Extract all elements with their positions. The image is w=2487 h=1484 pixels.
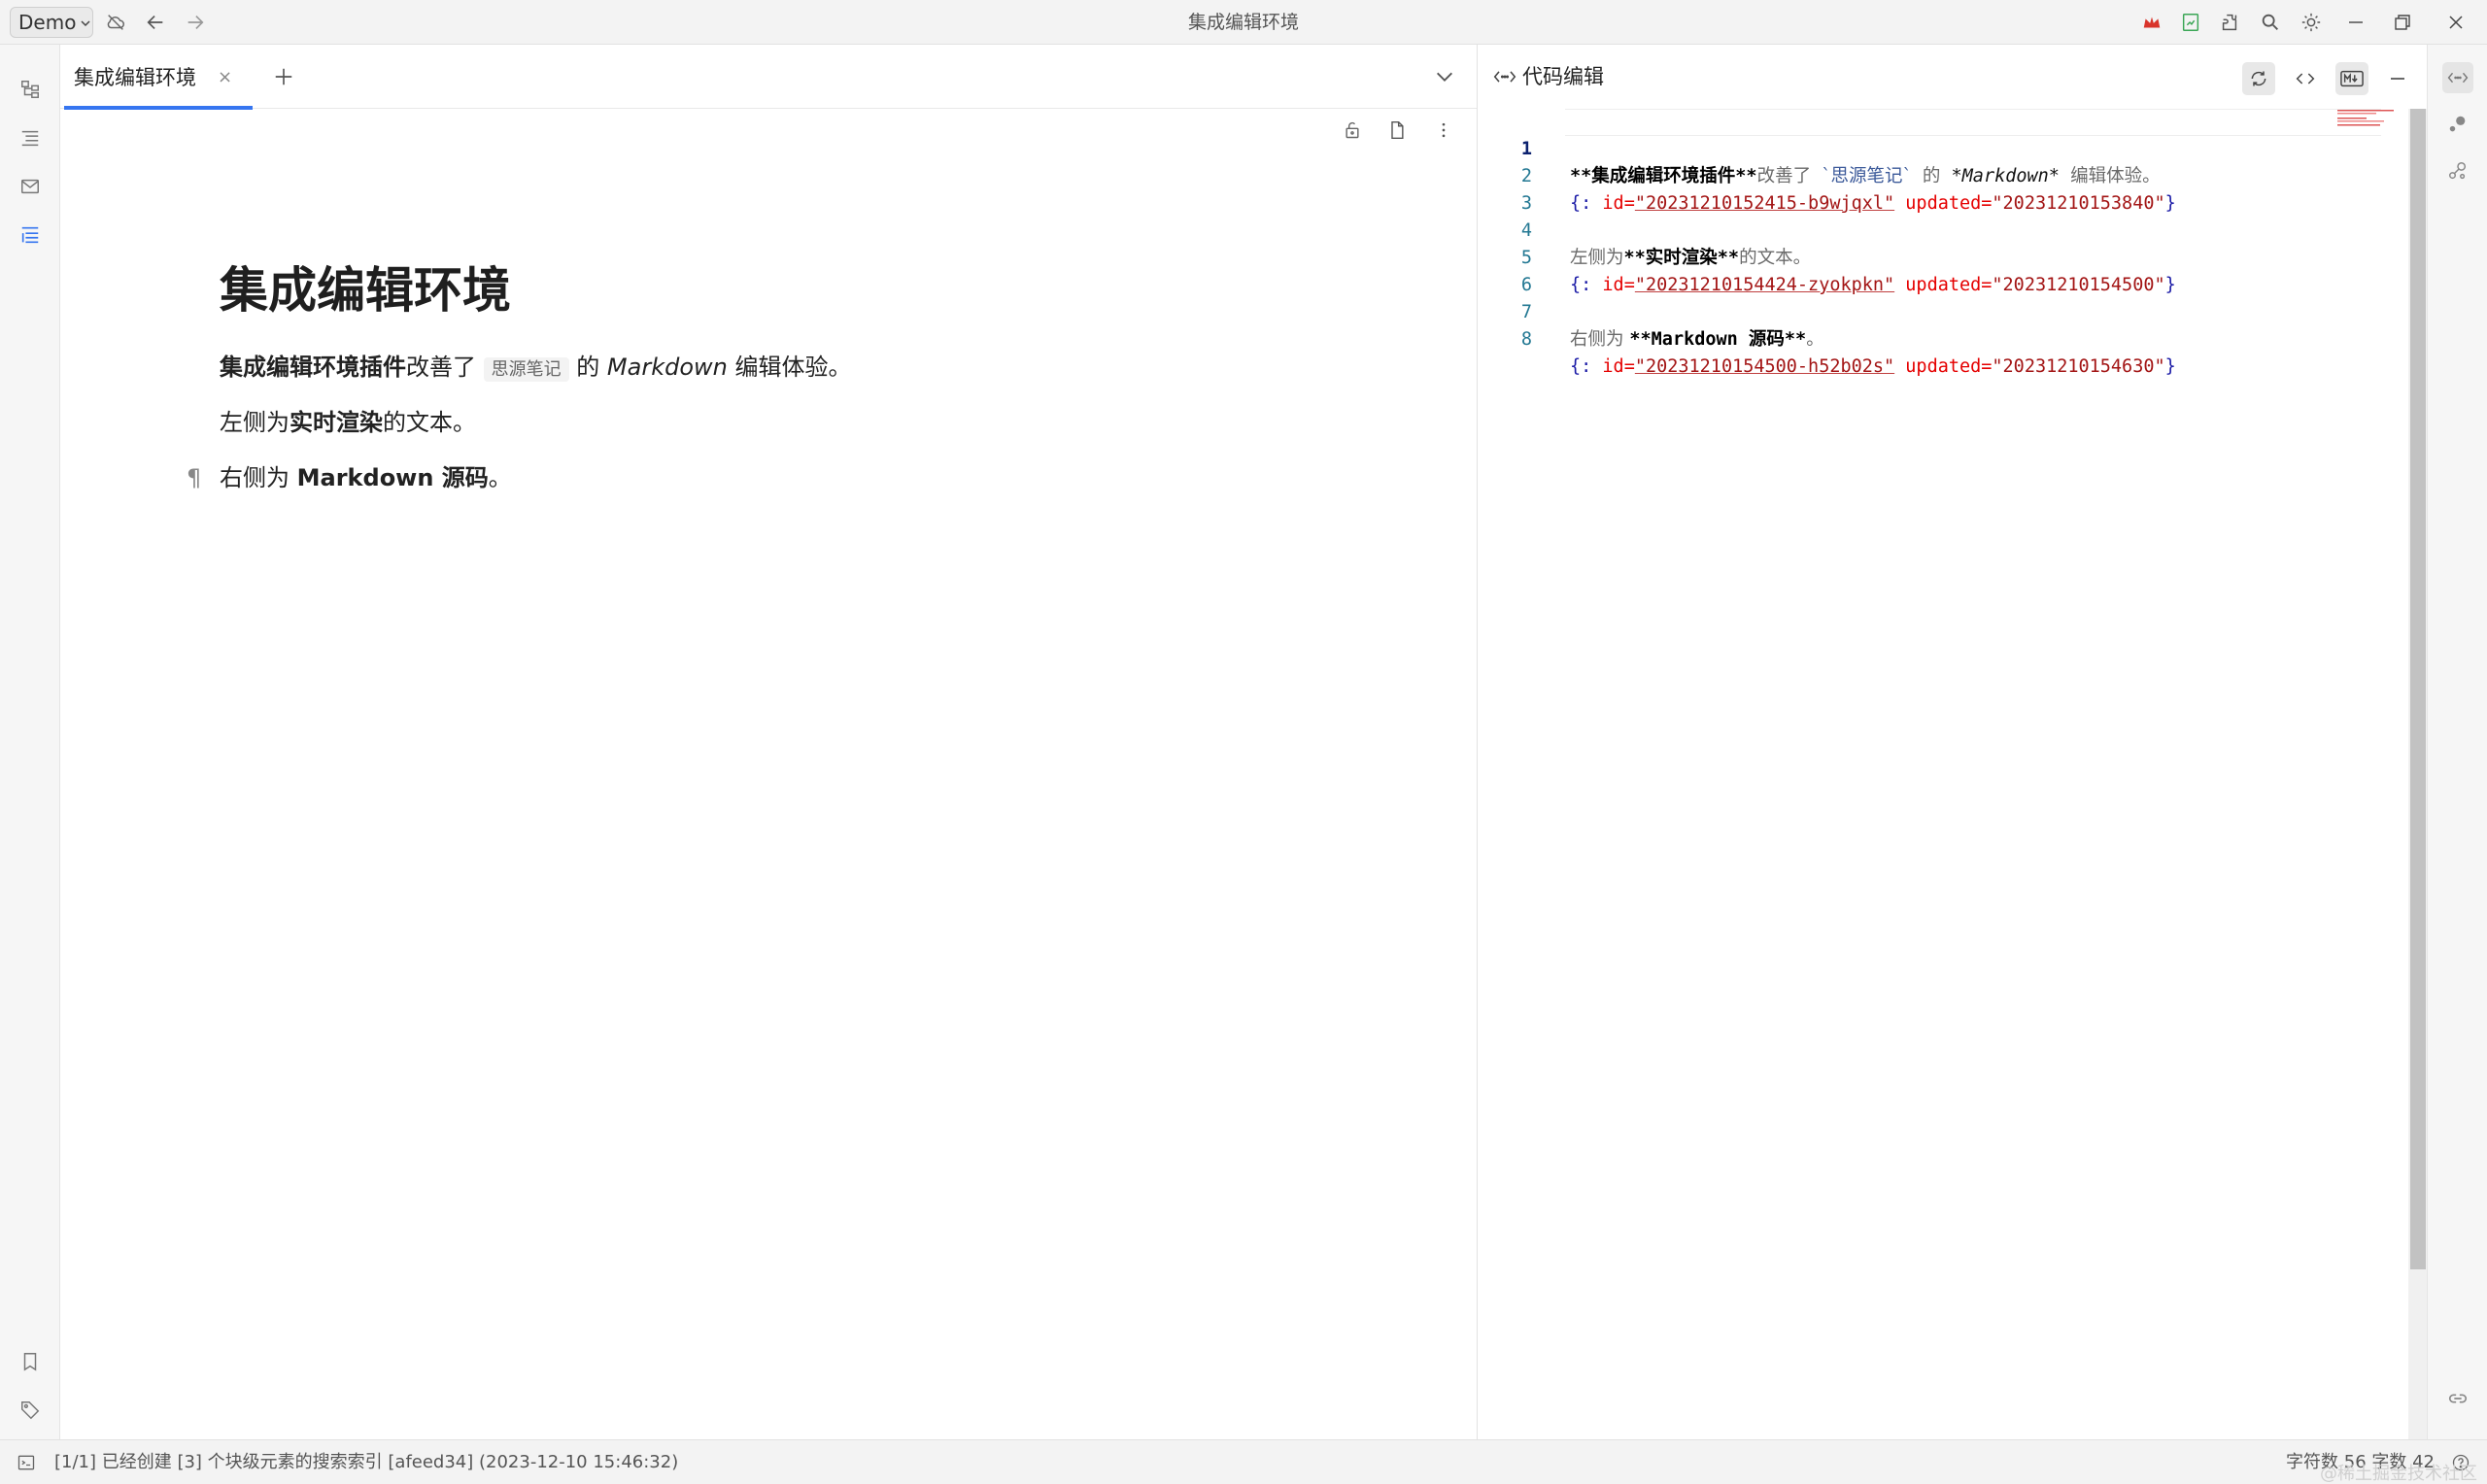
- scrollbar-thumb[interactable]: [2410, 109, 2426, 1269]
- paragraph-block[interactable]: 集成编辑环境插件改善了 思源笔记 的 Markdown 编辑体验。: [220, 340, 1385, 395]
- bold-text: Markdown 源码: [296, 464, 489, 491]
- text: 改善了: [406, 354, 476, 381]
- ial-value: "20231210154500-h52b02s": [1634, 356, 1895, 377]
- page-title[interactable]: 集成编辑环境: [220, 258, 1385, 322]
- text: 。: [488, 464, 512, 491]
- left-dock: [0, 45, 60, 1439]
- code-line[interactable]: 3: [1478, 163, 2323, 214]
- refresh-icon[interactable]: [2242, 62, 2275, 95]
- forward-arrow-icon[interactable]: [181, 8, 210, 37]
- tab-label: 集成编辑环境: [74, 66, 196, 89]
- status-bar: [1/1] 已经创建 [3] 个块级元素的搜索索引 [afeed34] (202…: [0, 1439, 2487, 1484]
- md-text: 右侧为: [1570, 329, 1630, 350]
- editor-pane: 集成编辑环境 × 集成编辑环境 集成编辑环境插件改善了 思源笔记 的 Markd…: [60, 45, 1477, 1439]
- code-panel-header: 代码编辑: [1478, 45, 2428, 109]
- paragraph-block[interactable]: ¶ 右侧为 Markdown 源码。: [187, 451, 1385, 506]
- code-editor[interactable]: 1 **集成编辑环境插件**改善了 `思源笔记` 的 *Markdown* 编辑…: [1478, 109, 2408, 1439]
- code-line[interactable]: 8 {: id="20231210154500-h52b02s" updated…: [1478, 299, 2323, 377]
- doc-tree-icon[interactable]: [15, 219, 46, 251]
- code-line[interactable]: 4 左侧为**实时渲染**的文本。: [1478, 190, 2323, 268]
- document-content: 集成编辑环境 集成编辑环境插件改善了 思源笔记 的 Markdown 编辑体验。…: [187, 258, 1385, 506]
- ial-key: updated=: [1894, 356, 1993, 377]
- cloud-sync-off-icon[interactable]: [101, 8, 130, 37]
- inline-code: 思源笔记: [483, 357, 569, 382]
- graph-view-icon[interactable]: [2442, 109, 2473, 140]
- status-panel-icon[interactable]: [16, 1452, 37, 1473]
- chevron-down-icon[interactable]: [1430, 62, 1459, 91]
- sync-status-icon[interactable]: [2176, 8, 2205, 37]
- more-vertical-icon[interactable]: [1430, 117, 1457, 144]
- italic-text: Markdown: [606, 354, 728, 381]
- line-number: 8: [1520, 329, 1532, 350]
- text: 编辑体验。: [734, 354, 852, 381]
- code-panel-title-text: 代码编辑: [1522, 65, 1604, 88]
- ial-close: }: [2164, 356, 2176, 377]
- code-editor-panel: 代码编辑 1 **集成编辑环境插件**改善了 `思源笔记` 的 *Markdow…: [1477, 45, 2428, 1439]
- text: 的: [576, 354, 600, 381]
- status-message: [1/1] 已经创建 [3] 个块级元素的搜索索引 [afeed34] (202…: [54, 1452, 679, 1472]
- minimap[interactable]: [2337, 109, 2396, 128]
- workspace-name: Demo: [18, 11, 77, 34]
- restore-icon[interactable]: [2388, 8, 2417, 37]
- plugin-icon[interactable]: [2215, 8, 2244, 37]
- chevron-down-icon: [80, 11, 91, 34]
- tab-close-icon[interactable]: ×: [218, 67, 232, 87]
- code-line[interactable]: 1 **集成编辑环境插件**改善了 `思源笔记` 的 *Markdown* 编辑…: [1478, 109, 2323, 186]
- theme-sun-icon[interactable]: [2297, 8, 2326, 37]
- code-line[interactable]: 5 {: id="20231210154424-zyokpkn" updated…: [1478, 218, 2323, 295]
- ial-open: {:: [1570, 356, 1603, 377]
- code-view-icon[interactable]: [2289, 62, 2322, 95]
- bold-text: 集成编辑环境插件: [220, 354, 406, 381]
- document-icon[interactable]: [1383, 117, 1411, 144]
- md-bold: **Markdown 源码**: [1629, 329, 1807, 350]
- code-line[interactable]: 2 {: id="20231210152415-b9wjqxl" updated…: [1478, 136, 2323, 214]
- code-line[interactable]: 6: [1478, 245, 2323, 295]
- text: 的文本。: [383, 409, 476, 436]
- bold-text: 实时渲染: [290, 409, 383, 436]
- code-panel-title: 代码编辑: [1493, 45, 1604, 109]
- close-window-icon[interactable]: [2441, 8, 2470, 37]
- tab-document[interactable]: 集成编辑环境 ×: [62, 45, 253, 110]
- text: 左侧为: [220, 409, 290, 436]
- block-handle-icon[interactable]: ¶: [187, 451, 201, 506]
- workspace-selector[interactable]: Demo: [10, 7, 93, 38]
- back-arrow-icon[interactable]: [141, 8, 170, 37]
- tag-icon[interactable]: [15, 1395, 46, 1426]
- code-editor-dock-icon[interactable]: [2442, 62, 2473, 93]
- global-graph-icon[interactable]: [2442, 155, 2473, 186]
- markdown-icon[interactable]: [2335, 62, 2368, 95]
- md-text: 。: [1806, 329, 1824, 350]
- outline-icon[interactable]: [15, 122, 46, 153]
- tab-active-indicator: [64, 106, 253, 110]
- crown-icon[interactable]: [2137, 8, 2166, 37]
- minimize-icon[interactable]: [2341, 8, 2370, 37]
- add-tab-icon[interactable]: [269, 62, 298, 91]
- backlinks-icon[interactable]: [2442, 1383, 2473, 1414]
- title-bar: Demo 集成编辑环境: [0, 0, 2487, 45]
- bookmark-icon[interactable]: [15, 1346, 46, 1377]
- minimize-panel-icon[interactable]: [2381, 62, 2414, 95]
- file-tree-icon[interactable]: [15, 74, 46, 105]
- tab-bar: 集成编辑环境 ×: [60, 45, 1477, 110]
- paragraph-block[interactable]: 左侧为实时渲染的文本。: [220, 395, 1385, 451]
- search-icon[interactable]: [2256, 8, 2285, 37]
- code-icon: [1493, 67, 1516, 86]
- ial-key: id=: [1602, 356, 1635, 377]
- scrollbar-track[interactable]: [2408, 109, 2428, 1439]
- right-dock: [2427, 45, 2487, 1439]
- watermark: @稀土掘金技术社区: [2320, 1464, 2477, 1484]
- window-title: 集成编辑环境: [1187, 12, 1299, 33]
- text: 右侧为: [220, 464, 290, 491]
- unlock-icon[interactable]: [1339, 117, 1366, 144]
- ial-value: "20231210154630": [1992, 356, 2165, 377]
- inbox-icon[interactable]: [15, 171, 46, 202]
- code-line[interactable]: 7 右侧为 **Markdown 源码**。: [1478, 272, 2323, 350]
